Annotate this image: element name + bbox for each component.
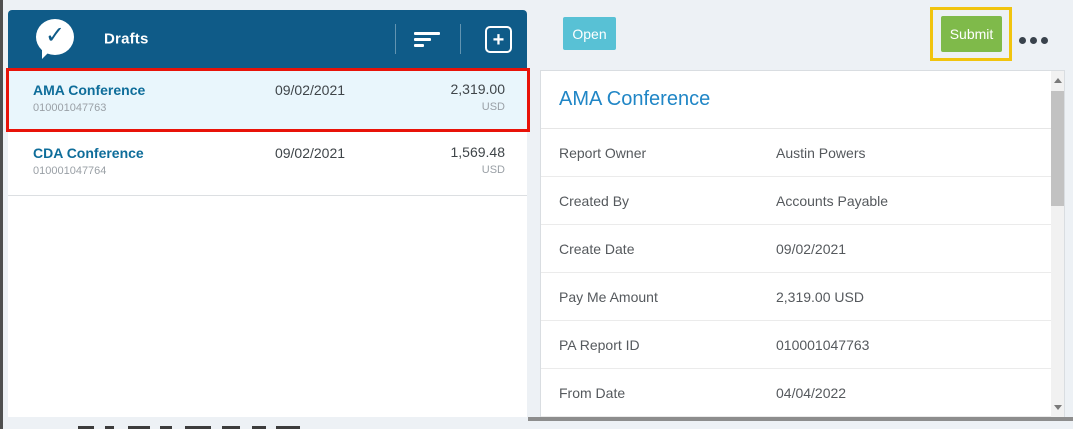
window-left-edge xyxy=(0,0,3,429)
header-divider xyxy=(395,24,396,54)
draft-list-item-cda[interactable]: CDA Conference 010001047764 09/02/2021 1… xyxy=(8,131,527,196)
list-item-date: 09/02/2021 xyxy=(235,81,385,98)
detail-field-row: Created By Accounts Payable xyxy=(541,177,1064,225)
field-label: Report Owner xyxy=(541,145,776,161)
list-item-amount-block: 1,569.48 USD xyxy=(385,144,505,176)
list-item-id: 010001047764 xyxy=(33,165,235,177)
field-label: PA Report ID xyxy=(541,337,776,353)
list-item-currency: USD xyxy=(385,164,505,176)
scroll-down-icon xyxy=(1054,405,1062,410)
detail-field-row: Pay Me Amount 2,319.00 USD xyxy=(541,273,1064,321)
app-window: ✓ Drafts + AMA Conference 010001047763 0… xyxy=(0,0,1073,429)
field-label: Pay Me Amount xyxy=(541,289,776,305)
scroll-up-icon xyxy=(1054,78,1062,83)
ellipsis-icon xyxy=(1019,37,1026,44)
chat-bubble-circle: ✓ xyxy=(36,19,74,55)
sort-bar xyxy=(414,38,431,41)
detail-title-block: AMA Conference xyxy=(541,71,1064,129)
chat-check-icon: ✓ xyxy=(36,19,76,59)
sort-bar xyxy=(414,32,440,35)
detail-field-row: PA Report ID 010001047763 xyxy=(541,321,1064,369)
add-report-button[interactable]: + xyxy=(485,26,512,53)
drafts-panel: ✓ Drafts + AMA Conference 010001047763 0… xyxy=(8,10,527,417)
field-label: From Date xyxy=(541,385,776,401)
list-item-main: CDA Conference 010001047764 xyxy=(33,144,235,177)
detail-card-bottom-edge xyxy=(528,417,1073,421)
sort-bar xyxy=(414,44,424,47)
scroll-down-button[interactable] xyxy=(1051,400,1064,415)
more-actions-button[interactable] xyxy=(1019,34,1053,46)
report-detail-card: AMA Conference Report Owner Austin Power… xyxy=(540,70,1065,417)
ellipsis-icon xyxy=(1041,37,1048,44)
detail-field-row: Create Date 09/02/2021 xyxy=(541,225,1064,273)
field-value: 09/02/2021 xyxy=(776,241,846,257)
field-value: 04/04/2022 xyxy=(776,385,846,401)
checkmark-glyph: ✓ xyxy=(45,24,65,48)
detail-report-title: AMA Conference xyxy=(541,88,710,111)
ellipsis-icon xyxy=(1030,37,1037,44)
list-item-name: CDA Conference xyxy=(33,144,235,162)
list-item-amount: 1,569.48 xyxy=(385,144,505,160)
field-label: Created By xyxy=(541,193,776,209)
scrollbar-thumb[interactable] xyxy=(1051,91,1064,206)
field-label: Create Date xyxy=(541,241,776,257)
detail-field-row: Report Owner Austin Powers xyxy=(541,129,1064,177)
drafts-panel-header: ✓ Drafts + xyxy=(8,10,527,68)
scroll-up-button[interactable] xyxy=(1051,73,1064,88)
list-item-amount: 2,319.00 xyxy=(385,81,505,97)
panel-title: Drafts xyxy=(104,31,149,48)
sort-icon[interactable] xyxy=(414,32,442,48)
draft-list-item-ama[interactable]: AMA Conference 010001047763 09/02/2021 2… xyxy=(8,68,527,131)
list-item-main: AMA Conference 010001047763 xyxy=(33,81,235,114)
list-item-name: AMA Conference xyxy=(33,81,235,99)
field-value: Austin Powers xyxy=(776,145,865,161)
list-item-id: 010001047763 xyxy=(33,102,235,114)
submit-button[interactable]: Submit xyxy=(941,16,1002,52)
list-item-currency: USD xyxy=(385,101,505,113)
list-item-date: 09/02/2021 xyxy=(235,144,385,161)
detail-scrollbar[interactable] xyxy=(1051,71,1064,417)
field-value: Accounts Payable xyxy=(776,193,888,209)
field-value: 2,319.00 USD xyxy=(776,289,864,305)
list-item-amount-block: 2,319.00 USD xyxy=(385,81,505,113)
header-divider xyxy=(460,24,461,54)
open-button[interactable]: Open xyxy=(563,17,616,50)
detail-field-row: From Date 04/04/2022 xyxy=(541,369,1064,417)
field-value: 010001047763 xyxy=(776,337,869,353)
